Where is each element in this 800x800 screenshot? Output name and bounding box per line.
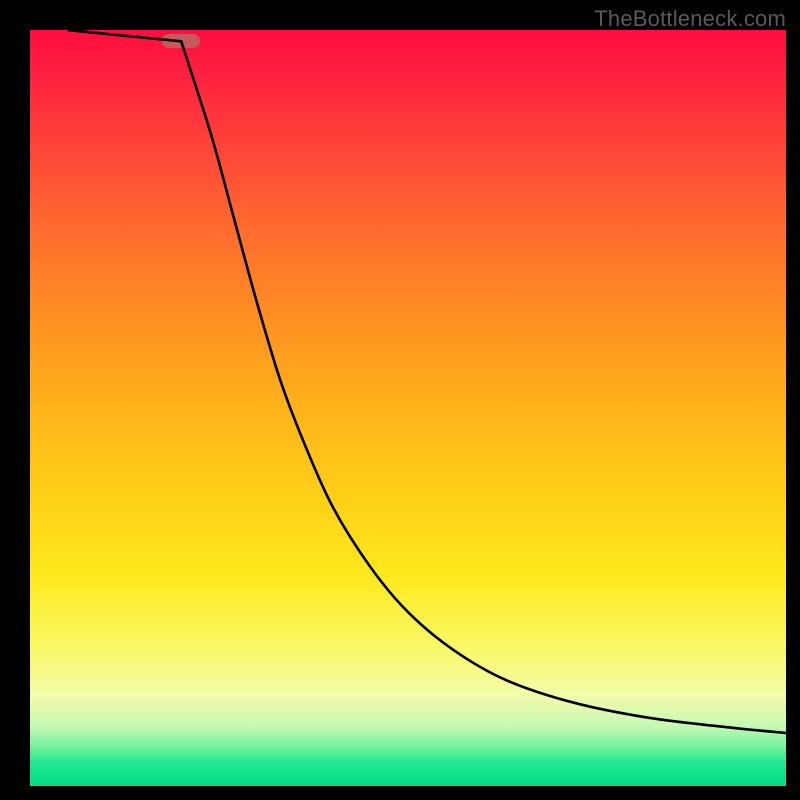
watermark-text: TheBottleneck.com xyxy=(594,6,786,32)
plot-area xyxy=(30,30,786,786)
figure-frame: TheBottleneck.com xyxy=(0,0,800,800)
bottleneck-curve xyxy=(30,30,786,786)
curve-path xyxy=(68,30,786,733)
